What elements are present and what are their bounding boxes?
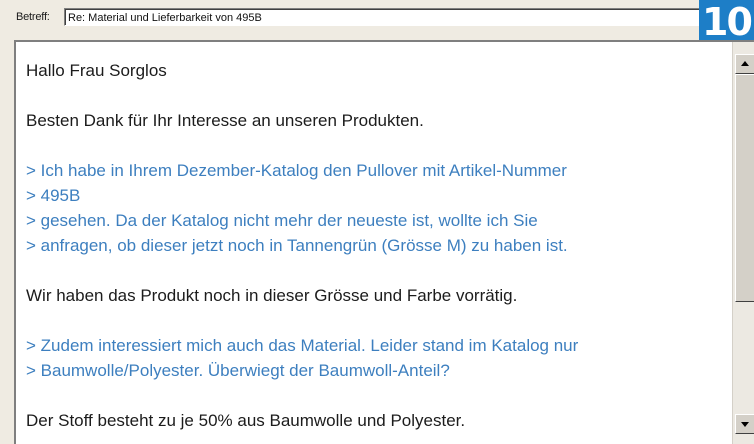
reply-line-1: Wir haben das Produkt noch in dieser Grö… xyxy=(26,286,518,305)
scroll-up-button[interactable] xyxy=(735,54,754,74)
quoted-line: > Ich habe in Ihrem Dezember-Katalog den… xyxy=(26,161,567,180)
message-body[interactable]: Hallo Frau Sorglos Besten Dank für Ihr I… xyxy=(16,42,734,444)
subject-input[interactable]: Re: Material und Lieferbarkeit von 495B xyxy=(64,8,704,26)
message-body-area[interactable]: Hallo Frau Sorglos Besten Dank für Ihr I… xyxy=(14,40,754,444)
subject-row: Betreff: Re: Material und Lieferbarkeit … xyxy=(0,0,754,44)
quoted-line: > gesehen. Da der Katalog nicht mehr der… xyxy=(26,211,538,230)
quoted-block-2: > Zudem interessiert mich auch das Mater… xyxy=(26,333,734,383)
quoted-line: > anfragen, ob dieser jetzt noch in Tann… xyxy=(26,236,568,255)
quoted-line: > Baumwolle/Polyester. Überwiegt der Bau… xyxy=(26,361,450,380)
scroll-down-button[interactable] xyxy=(735,414,754,434)
arrow-up-icon xyxy=(741,61,749,66)
thanks-line: Besten Dank für Ihr Interesse an unseren… xyxy=(26,111,424,130)
greeting-line: Hallo Frau Sorglos xyxy=(26,61,167,80)
vertical-scrollbar[interactable] xyxy=(732,42,754,444)
subject-label: Betreff: xyxy=(16,11,50,23)
scroll-thumb[interactable] xyxy=(735,74,754,302)
quoted-line: > Zudem interessiert mich auch das Mater… xyxy=(26,336,579,355)
quoted-block-1: > Ich habe in Ihrem Dezember-Katalog den… xyxy=(26,158,734,258)
quoted-line: > 495B xyxy=(26,186,81,205)
page-number-badge: 10 xyxy=(699,0,754,44)
reply-line-2: Der Stoff besteht zu je 50% aus Baumwoll… xyxy=(26,411,466,430)
arrow-down-icon xyxy=(741,422,749,427)
